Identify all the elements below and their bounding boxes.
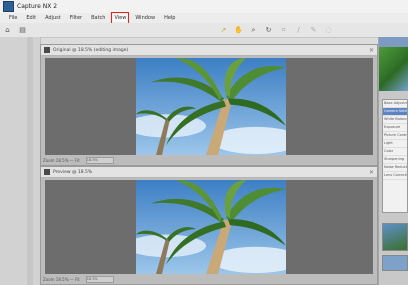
edit-list-panel: Base Adjustments Camera Settings White B… <box>378 37 408 285</box>
status-text: Zoom 18.5% — Fit <box>43 277 80 282</box>
zoom-select[interactable]: 18.5% <box>85 157 114 164</box>
pointer-tool-icon[interactable]: ➚ <box>219 26 228 35</box>
straighten-tool-icon[interactable]: ∕ <box>294 26 303 35</box>
pane-title: Preview @ 18.5% <box>53 169 93 175</box>
zoom-tool-icon[interactable]: ⌕ <box>249 26 258 35</box>
photo-info-thumbnail <box>382 223 408 251</box>
menu-batch[interactable]: Batch <box>90 14 106 22</box>
panel-header <box>379 37 408 47</box>
edit-list-item[interactable]: Base Adjustments <box>383 100 407 108</box>
pane-title-bar: Original @ 18.5% (editing image) ✕ <box>41 45 377 56</box>
menu-window[interactable]: Window <box>134 14 156 22</box>
folder-icon[interactable]: ▤ <box>18 26 27 35</box>
title-bar: Capture NX 2 <box>0 0 408 13</box>
image-window-icon <box>44 47 50 53</box>
hand-tool-icon[interactable]: ✋ <box>234 26 243 35</box>
edit-list-item[interactable]: White Balance <box>383 116 407 124</box>
navigator-thumbnail[interactable] <box>379 47 408 91</box>
edit-list-item[interactable]: Color <box>383 148 407 156</box>
image-pane-preview: Preview @ 18.5% ✕ Zoom 18.5% — Fit 18.5% <box>40 166 378 285</box>
menu-adjust[interactable]: Adjust <box>44 14 62 22</box>
browser-icon[interactable]: ⌂ <box>3 26 12 35</box>
brush-tool-icon[interactable]: ✎ <box>309 26 318 35</box>
browser-panel <box>0 37 41 285</box>
image-window-icon <box>44 169 50 175</box>
edit-list: Base Adjustments Camera Settings White B… <box>382 99 408 213</box>
pane-status-bar: Zoom 18.5% — Fit 18.5% <box>43 157 114 164</box>
app-icon <box>3 1 14 12</box>
crop-tool-icon[interactable]: ⌗ <box>279 26 288 35</box>
menu-help[interactable]: Help <box>163 14 176 22</box>
edit-list-item[interactable]: Picture Control <box>383 132 407 140</box>
image-pane-original: Original @ 18.5% (editing image) ✕ Zoom … <box>40 44 378 166</box>
edit-list-item[interactable]: Sharpening <box>383 156 407 164</box>
edit-list-item[interactable]: Noise Reduction <box>383 164 407 172</box>
app-window: Capture NX 2 File Edit Adjust Filter Bat… <box>0 0 408 285</box>
menu-view[interactable]: View <box>111 12 130 24</box>
pane-status-bar: Zoom 18.5% — Fit 18.5% <box>43 276 114 283</box>
zoom-select[interactable]: 18.5% <box>85 276 114 283</box>
edit-list-item-selected[interactable]: Camera Settings <box>383 108 407 116</box>
edit-list-item[interactable]: Lens Corrections <box>383 172 407 180</box>
pane-title: Original @ 18.5% (editing image) <box>53 47 129 53</box>
menu-file[interactable]: File <box>8 14 18 22</box>
close-icon[interactable]: ✕ <box>369 47 374 54</box>
histogram-thumbnail <box>382 255 408 271</box>
toolbar: ⌂ ▤ ➚ ✋ ⌕ ↻ ⌗ ∕ ✎ ◌ <box>0 23 408 38</box>
menu-edit[interactable]: Edit <box>25 14 37 22</box>
selection-tool-icon[interactable]: ◌ <box>324 26 333 35</box>
image-canvas[interactable] <box>45 180 373 274</box>
edit-list-item[interactable]: Light <box>383 140 407 148</box>
browser-panel-collapse-handle[interactable] <box>27 37 33 285</box>
window-title: Capture NX 2 <box>17 3 58 10</box>
menu-filter[interactable]: Filter <box>69 14 83 22</box>
palm-tree-photo <box>136 180 286 274</box>
palm-tree-photo <box>136 58 286 155</box>
pane-title-bar: Preview @ 18.5% ✕ <box>41 167 377 178</box>
rotate-tool-icon[interactable]: ↻ <box>264 26 273 35</box>
menu-bar: File Edit Adjust Filter Batch View Windo… <box>0 12 408 24</box>
close-icon[interactable]: ✕ <box>369 169 374 176</box>
status-text: Zoom 18.5% — Fit <box>43 158 80 163</box>
edit-list-item[interactable]: Exposure <box>383 124 407 132</box>
image-canvas[interactable] <box>45 58 373 155</box>
